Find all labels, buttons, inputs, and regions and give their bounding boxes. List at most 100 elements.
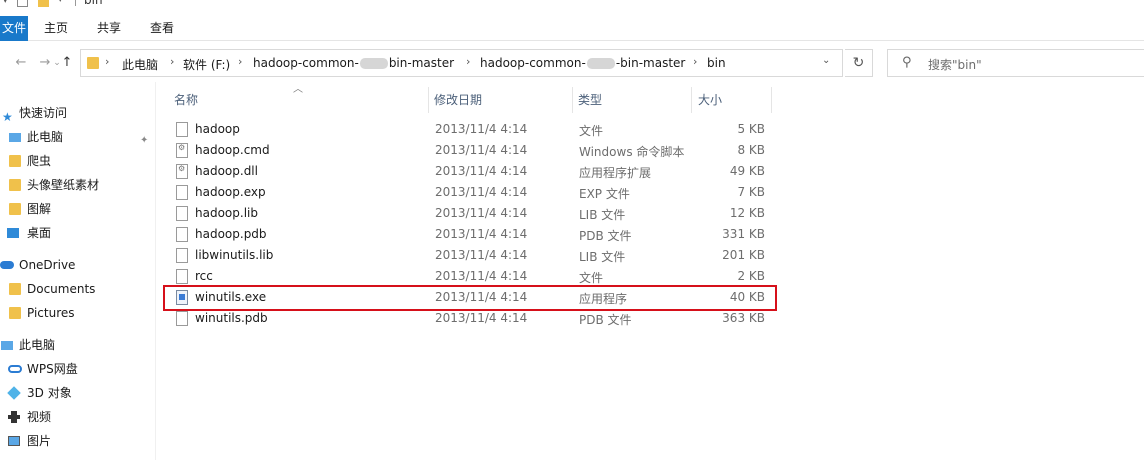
- cube-icon: [7, 386, 21, 400]
- picture-icon: [8, 436, 20, 446]
- sidebar-item-label: 头像壁纸素材: [27, 178, 100, 192]
- breadcrumb-bin[interactable]: bin: [707, 56, 726, 70]
- file-row-hadoop-exp[interactable]: hadoop.exp 2013/11/4 4:14 EXP 文件 7 KB: [170, 182, 770, 203]
- search-placeholder: 搜索"bin": [928, 58, 982, 72]
- file-icon: [176, 122, 188, 137]
- breadcrumb-part: -bin-master: [615, 56, 686, 70]
- up-button[interactable]: ↑: [58, 52, 76, 74]
- tab-view[interactable]: 查看: [142, 16, 182, 41]
- folder-icon: [9, 283, 21, 295]
- column-divider[interactable]: [771, 87, 772, 113]
- breadcrumb-drive-f[interactable]: 软件 (F:): [183, 56, 230, 73]
- computer-icon: [9, 133, 21, 142]
- file-icon: [176, 248, 188, 263]
- column-divider[interactable]: [691, 87, 692, 113]
- new-folder-icon[interactable]: [38, 0, 49, 7]
- tab-share[interactable]: 共享: [89, 16, 129, 41]
- file-type: 文件: [579, 124, 604, 138]
- file-type: LIB 文件: [579, 250, 626, 264]
- sidebar-item-label: Pictures: [27, 306, 75, 320]
- refresh-button[interactable]: ↻: [845, 49, 873, 77]
- chevron-right-icon[interactable]: ›: [238, 55, 242, 68]
- column-header-date[interactable]: 修改日期: [434, 87, 482, 113]
- breadcrumb-hadoop-common-2[interactable]: hadoop-common- -bin-master: [480, 56, 685, 70]
- file-type: 应用程序扩展: [579, 166, 652, 180]
- column-header-size[interactable]: 大小: [698, 87, 722, 113]
- file-name: hadoop.cmd: [195, 143, 270, 157]
- back-button[interactable]: ←: [12, 52, 30, 74]
- chevron-right-icon[interactable]: ›: [693, 55, 697, 68]
- file-date: 2013/11/4 4:14: [435, 143, 528, 157]
- file-name: hadoop.pdb: [195, 227, 267, 241]
- breadcrumb-hadoop-common-1[interactable]: hadoop-common-bin-master: [253, 56, 454, 70]
- file-row-hadoop-pdb[interactable]: hadoop.pdb 2013/11/4 4:14 PDB 文件 331 KB: [170, 224, 770, 245]
- file-icon: [176, 227, 188, 242]
- tab-home[interactable]: 主页: [36, 16, 76, 41]
- quick-access-toolbar-icon[interactable]: ▾: [3, 0, 14, 7]
- file-name: hadoop: [195, 122, 240, 136]
- column-divider[interactable]: [572, 87, 573, 113]
- file-row-rcc[interactable]: rcc 2013/11/4 4:14 文件 2 KB: [170, 266, 770, 287]
- properties-icon[interactable]: [17, 0, 28, 7]
- sidebar-item-label: 3D 对象: [27, 386, 72, 400]
- address-bar[interactable]: › 此电脑 › 软件 (F:) › hadoop-common-bin-mast…: [80, 49, 843, 77]
- sidebar-item-this-pc-pinned[interactable]: 此电脑 ✦: [0, 126, 155, 148]
- file-name: rcc: [195, 269, 213, 283]
- chevron-right-icon[interactable]: ›: [466, 55, 470, 68]
- chevron-down-icon[interactable]: ⌄: [822, 55, 830, 66]
- file-row-hadoop-lib[interactable]: hadoop.lib 2013/11/4 4:14 LIB 文件 12 KB: [170, 203, 770, 224]
- file-size: 331 KB: [722, 227, 765, 241]
- file-name: hadoop.dll: [195, 164, 258, 178]
- sidebar-item-label: OneDrive: [19, 258, 76, 272]
- file-size: 2 KB: [737, 269, 765, 283]
- sidebar-item-label: 视频: [27, 410, 52, 424]
- highlight-box: [163, 285, 777, 311]
- sidebar-item-label: WPS网盘: [27, 362, 78, 376]
- sidebar-item-label: 此电脑: [19, 338, 56, 352]
- file-icon: [176, 206, 188, 221]
- file-size: 201 KB: [722, 248, 765, 262]
- sidebar-item-label: Documents: [27, 282, 96, 296]
- file-size: 5 KB: [737, 122, 765, 136]
- file-date: 2013/11/4 4:14: [435, 227, 528, 241]
- column-divider[interactable]: [428, 87, 429, 113]
- file-date: 2013/11/4 4:14: [435, 248, 528, 262]
- chevron-right-icon[interactable]: ›: [105, 55, 109, 68]
- file-date: 2013/11/4 4:14: [435, 185, 528, 199]
- file-row-hadoop-cmd[interactable]: hadoop.cmd 2013/11/4 4:14 Windows 命令脚本 8…: [170, 140, 770, 161]
- breadcrumb-part: bin-master: [388, 56, 455, 70]
- chevron-right-icon[interactable]: ›: [170, 55, 174, 68]
- cloud-icon: [0, 261, 14, 269]
- file-name: hadoop.exp: [195, 185, 266, 199]
- folder-icon: [87, 57, 99, 69]
- breadcrumb-this-pc[interactable]: 此电脑: [122, 56, 158, 73]
- desktop-icon: [7, 228, 19, 238]
- search-input[interactable]: ⚲ 搜索"bin": [887, 49, 1144, 77]
- file-date: 2013/11/4 4:14: [435, 164, 528, 178]
- file-size: 363 KB: [722, 311, 765, 325]
- breadcrumb-part: hadoop-common-: [480, 56, 586, 70]
- file-type: PDB 文件: [579, 313, 632, 327]
- file-size: 49 KB: [729, 164, 765, 178]
- window-title: bin: [84, 0, 103, 7]
- column-header-name[interactable]: 名称: [174, 87, 198, 113]
- folder-icon: [9, 155, 21, 167]
- sidebar-item-label: 快速访问: [19, 106, 68, 120]
- file-date: 2013/11/4 4:14: [435, 269, 528, 283]
- file-row-winutils-pdb[interactable]: winutils.pdb 2013/11/4 4:14 PDB 文件 363 K…: [170, 308, 770, 329]
- file-type: LIB 文件: [579, 208, 626, 222]
- title-bar: ▾ ▾ bin: [0, 0, 1144, 9]
- tab-file[interactable]: 文件: [0, 16, 28, 41]
- file-row-hadoop-dll[interactable]: hadoop.dll 2013/11/4 4:14 应用程序扩展 49 KB: [170, 161, 770, 182]
- breadcrumb-part: hadoop-common-: [253, 56, 359, 70]
- file-icon: [176, 185, 188, 200]
- pane-divider[interactable]: [155, 82, 156, 460]
- computer-icon: [1, 341, 13, 350]
- chevron-down-icon[interactable]: ▾: [58, 0, 69, 6]
- file-icon: [176, 311, 188, 326]
- file-row-libwinutils-lib[interactable]: libwinutils.lib 2013/11/4 4:14 LIB 文件 20…: [170, 245, 770, 266]
- pin-icon[interactable]: ✦: [140, 130, 148, 152]
- file-type: 文件: [579, 271, 604, 285]
- column-header-type[interactable]: 类型: [578, 87, 602, 113]
- file-row-hadoop[interactable]: hadoop 2013/11/4 4:14 文件 5 KB: [170, 119, 770, 140]
